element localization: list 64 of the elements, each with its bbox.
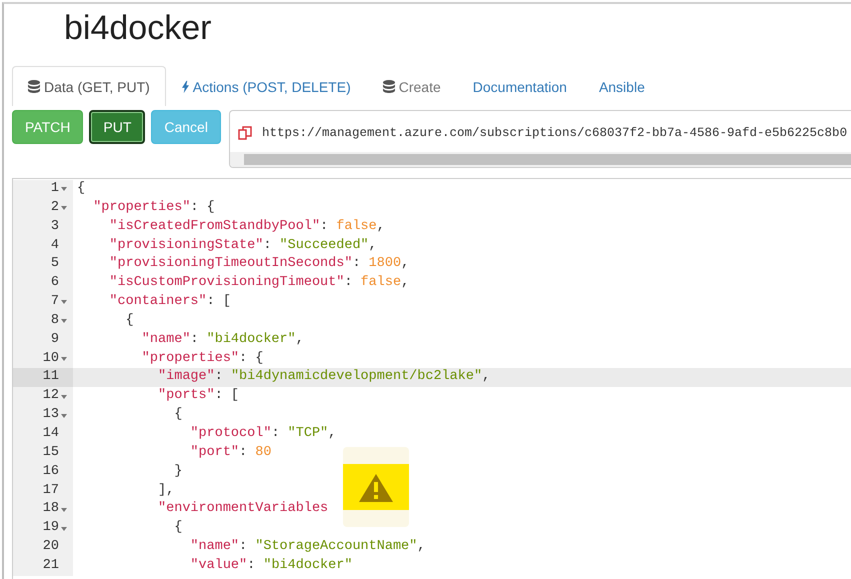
code-line: "properties": {: [140, 350, 264, 368]
code-line: "isCreatedFromStandbyPool": false,: [108, 218, 385, 236]
line-number: 10: [42, 350, 59, 368]
code-line: "environmentVariables: [157, 500, 328, 518]
action-button[interactable]: PATCH: [12, 110, 84, 144]
code-line: "name": "StorageAccountName",: [189, 538, 426, 556]
line-number: 8: [50, 312, 59, 330]
code-line: {: [76, 180, 86, 198]
line-number: 4: [50, 236, 59, 255]
code-line: ],: [157, 482, 174, 500]
line-number: 19: [42, 519, 59, 538]
code-line: "name": "bi4docker",: [140, 330, 304, 349]
line-number: 12: [42, 387, 59, 406]
page-title: bi4docker: [64, 8, 212, 49]
line-number: 6: [50, 274, 59, 292]
line-number: 7: [50, 293, 59, 312]
action-button[interactable]: PUT: [89, 110, 146, 144]
fold-icon[interactable]: [61, 187, 67, 192]
code-line: "provisioningState": "Succeeded",: [108, 236, 377, 255]
code-line: "provisioningTimeoutInSeconds": 1800,: [108, 255, 410, 274]
fold-icon[interactable]: [61, 526, 67, 531]
fold-icon[interactable]: [61, 300, 67, 304]
code-editor[interactable]: [12, 178, 851, 579]
code-line: {: [124, 312, 134, 330]
line-number: 9: [50, 330, 59, 349]
code-line: "protocol": "TCP",: [189, 424, 336, 443]
fold-icon[interactable]: [61, 508, 67, 512]
fold-icon[interactable]: [61, 357, 67, 362]
code-line: "containers": [: [108, 293, 231, 312]
copy-icon[interactable]: [238, 126, 252, 140]
code-line: }: [173, 462, 182, 481]
line-number: 15: [42, 444, 59, 462]
code-line: "port": 80: [189, 444, 272, 462]
url-text: https://management.azure.com/subscriptions/c68037f2-bb7a-4586-9afd-e5b6225c8b0: [262, 126, 848, 140]
line-number: 2: [50, 198, 59, 217]
warning-icon: [343, 464, 409, 510]
fold-icon[interactable]: [61, 206, 67, 210]
line-number: 14: [42, 424, 59, 443]
fold-icon[interactable]: [61, 394, 67, 399]
line-number: 5: [50, 255, 59, 274]
fold-icon[interactable]: [61, 414, 67, 418]
code-line: "value": "bi4docker": [189, 556, 352, 575]
line-number: 21: [42, 556, 59, 575]
code-line: "properties": {: [92, 198, 215, 217]
database-icon: [382, 80, 395, 94]
code-line: {: [173, 406, 182, 424]
line-number: 11: [42, 368, 59, 386]
line-number: 16: [42, 462, 59, 481]
line-number: 13: [42, 406, 59, 424]
url-field[interactable]: https://management.azure.com/subscriptions/c68037f2-bb7a-4586-9afd-e5b6225c8b0: [228, 110, 851, 168]
code-line: "image": "bi4dynamicdevelopment/bc2lake",: [157, 368, 490, 386]
line-number: 20: [42, 538, 59, 556]
line-number: 3: [50, 218, 59, 236]
tab[interactable]: Data (GET, PUT): [12, 66, 166, 106]
line-number: 18: [42, 500, 59, 518]
scrollbar[interactable]: [230, 152, 851, 167]
fold-icon[interactable]: [61, 319, 67, 324]
code-line: {: [173, 519, 182, 538]
code-line: "ports": [: [157, 387, 240, 406]
code-line: "isCustomProvisioningTimeout": false,: [108, 274, 410, 292]
line-number: 17: [42, 482, 59, 500]
lightning-icon: [182, 80, 189, 94]
line-number: 1: [50, 180, 59, 198]
database-icon: [28, 80, 40, 94]
